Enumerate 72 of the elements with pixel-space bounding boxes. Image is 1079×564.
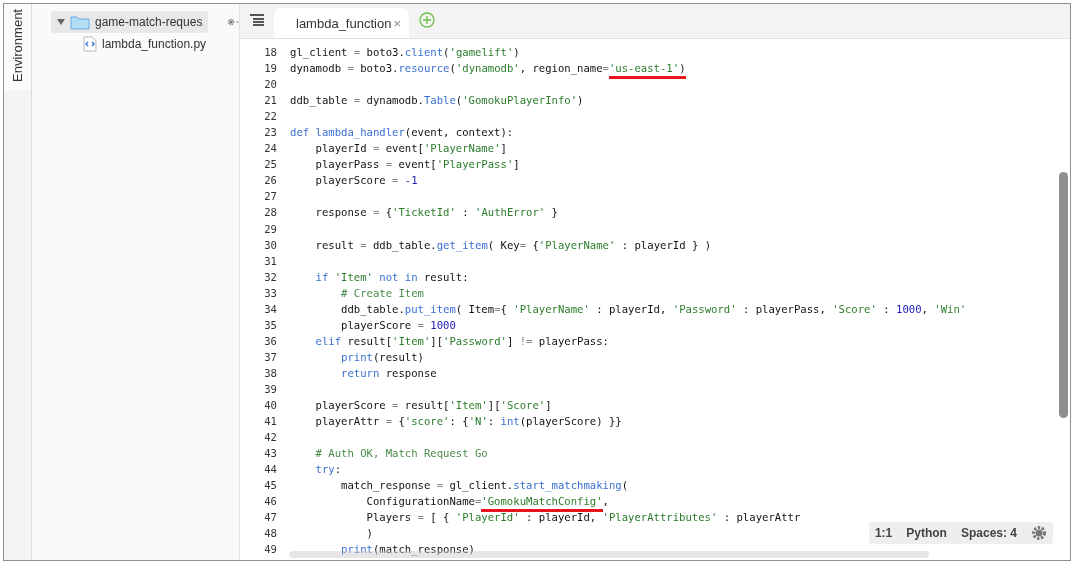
line-number: 28 xyxy=(263,205,277,221)
line-number: 27 xyxy=(263,189,277,205)
code-line: dynamodb = boto3.resource('dynamodb', region_name='us-east-1') xyxy=(290,60,686,77)
line-number: 45 xyxy=(263,478,277,494)
code-line: if 'Item' not in result: xyxy=(314,269,469,285)
code-line: try: xyxy=(314,462,342,478)
line-number: 34 xyxy=(263,301,277,317)
settings-icon[interactable] xyxy=(1031,525,1047,541)
environment-tab[interactable]: Environment xyxy=(4,4,31,90)
code-line: playerId = event['PlayerName'] xyxy=(314,141,507,157)
line-number: 39 xyxy=(263,382,277,397)
line-number: 26 xyxy=(263,173,277,189)
line-number: 18 xyxy=(263,45,277,60)
folder-icon xyxy=(70,14,90,30)
line-number: 31 xyxy=(263,253,277,269)
code-line: ) xyxy=(365,526,373,542)
code-line: def lambda_handler(event, context): xyxy=(290,125,514,141)
tree-item[interactable]: lambda_function.py xyxy=(77,33,219,55)
expanded-caret-icon[interactable] xyxy=(57,18,65,26)
code-line: playerAttr = {'score': {'N': int(playerScore) }} xyxy=(314,414,622,430)
code-line: elif result['Item']['Password'] != playerPass: xyxy=(314,333,609,349)
line-number: 35 xyxy=(263,317,277,333)
add-tab-icon[interactable] xyxy=(419,12,435,28)
code-line: response = {'TicketId' : 'AuthError' } xyxy=(314,205,558,221)
tree-item[interactable]: game-match-reques xyxy=(51,11,209,33)
code-line: gl_client = boto3.client('gamelift') xyxy=(290,45,520,61)
line-number: 40 xyxy=(263,398,277,414)
line-number: 25 xyxy=(263,157,277,173)
menu-icon[interactable] xyxy=(250,14,264,26)
code-line: Players = [ { 'PlayerId' : playerId, 'PlayerAttributes' : playerAttr xyxy=(365,510,801,526)
line-number: 37 xyxy=(263,349,277,365)
file-tab[interactable]: lambda_function× xyxy=(274,8,409,38)
code-line: print(result) xyxy=(340,349,424,365)
code-file-icon xyxy=(83,36,97,52)
line-number: 42 xyxy=(263,430,277,446)
code-line: playerPass = event['PlayerPass'] xyxy=(314,157,520,173)
line-number: 33 xyxy=(263,285,277,301)
line-number: 47 xyxy=(263,510,277,526)
line-number: 44 xyxy=(263,462,277,478)
line-number: 23 xyxy=(263,125,277,141)
line-number: 24 xyxy=(263,141,277,157)
cursor-position: 1:1 xyxy=(874,526,893,540)
code-line: ConfigurationName='GomokuMatchConfig', xyxy=(290,493,609,510)
line-number: 46 xyxy=(263,494,277,510)
line-number: 30 xyxy=(263,237,277,253)
vertical-scrollbar[interactable] xyxy=(1059,172,1068,418)
code-line: ddb_table = dynamodb.Table('GomokuPlayerInfo') xyxy=(290,93,584,109)
close-icon[interactable]: × xyxy=(393,15,401,31)
code-line: return response xyxy=(340,365,437,381)
code-line: # Create Item xyxy=(340,285,424,301)
indentation-setting[interactable]: Spaces: 4 xyxy=(960,526,1017,540)
line-number: 43 xyxy=(263,446,277,462)
line-number: 38 xyxy=(263,365,277,381)
code-line: match_response = gl_client.start_matchmaking( xyxy=(340,478,629,494)
code-line: playerScore = -1 xyxy=(314,173,418,189)
code-line: playerScore = 1000 xyxy=(340,317,456,333)
language-mode[interactable]: Python xyxy=(906,526,947,540)
code-line: ddb_table.put_item( Item={ 'PlayerName' : playerId, 'Password' : playerPass, 'Score' : 1000, 'Win' xyxy=(340,301,967,317)
line-number: 41 xyxy=(263,414,277,430)
line-number: 20 xyxy=(263,77,277,93)
code-line: playerScore = result['Item']['Score'] xyxy=(314,398,552,414)
code-line: # Auth OK, Match Request Go xyxy=(314,446,488,462)
code-line: print(match_response) xyxy=(340,542,475,558)
code-line: result = ddb_table.get_item( Key= {'PlayerName' : playerId } ) xyxy=(314,237,712,253)
line-number: 29 xyxy=(263,221,277,237)
line-number: 36 xyxy=(263,333,277,349)
line-number: 19 xyxy=(263,61,277,77)
line-number: 49 xyxy=(263,542,277,558)
line-number: 48 xyxy=(263,526,277,542)
line-number: 32 xyxy=(263,269,277,285)
line-number: 21 xyxy=(263,93,277,109)
line-number: 22 xyxy=(263,109,277,125)
